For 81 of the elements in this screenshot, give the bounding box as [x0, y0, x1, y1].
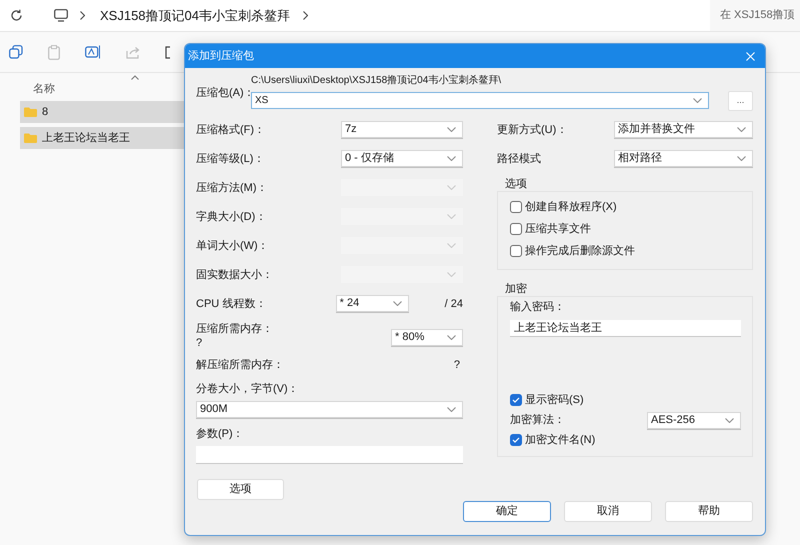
field-label: 压缩格式(F)：: [196, 122, 266, 136]
chevron-down-icon: [392, 301, 402, 306]
checkbox[interactable]: [510, 394, 522, 406]
parameters-field[interactable]: [196, 446, 463, 464]
dropdown[interactable]: * 80%: [391, 329, 463, 346]
field-label: 显示密码(S): [525, 393, 584, 407]
chevron-down-icon: [447, 243, 456, 248]
close-icon[interactable]: [746, 52, 755, 60]
chevron-down-icon: [447, 335, 456, 340]
chevron-down-icon: [447, 214, 456, 219]
breadcrumb-item[interactable]: XSJ158撸顶记04韦小宝刺杀鳌拜: [100, 6, 290, 26]
dropdown[interactable]: 相对路径: [614, 150, 753, 167]
checkbox[interactable]: [510, 434, 522, 446]
monitor-icon[interactable]: [54, 9, 68, 22]
options-button[interactable]: 选项: [197, 479, 284, 500]
field-label: 压缩等级(L)：: [196, 152, 264, 166]
checkbox[interactable]: [510, 201, 522, 213]
archive-name-field[interactable]: XS: [251, 92, 709, 109]
copy-icon[interactable]: [9, 45, 23, 59]
group-title: 选项: [504, 177, 528, 191]
window-title: 添加到压缩包: [188, 48, 254, 64]
dropdown[interactable]: 0 - 仅存储: [341, 150, 463, 167]
field-label: ?: [196, 336, 204, 350]
refresh-icon[interactable]: [10, 9, 23, 22]
field-label: 参数(P)：: [196, 426, 245, 440]
chevron-down-icon: [693, 98, 702, 103]
checkbox[interactable]: [510, 245, 522, 257]
dropdown[interactable]: * 24: [336, 295, 409, 312]
search-field[interactable]: 在 XSJ158撸顶: [710, 0, 800, 31]
field-label: 字典大小(D)：: [196, 210, 266, 224]
chevron-down-icon: [447, 185, 456, 190]
file-row[interactable]: 8: [20, 101, 185, 123]
dropdown[interactable]: 7z: [341, 121, 463, 138]
dropdown[interactable]: AES-256: [647, 412, 741, 428]
field-label: 压缩共享文件: [525, 222, 591, 236]
password-field[interactable]: 上老王论坛当老王: [510, 320, 741, 337]
field-label: 加密文件名(N): [525, 433, 596, 447]
field-label: 解压缩所需内存：: [196, 358, 284, 372]
dropdown[interactable]: 添加并替换文件: [614, 121, 753, 138]
archive-path: C:\Users\liuxi\Desktop\XSJ158撸顶记04韦小宝刺杀鳌拜\: [251, 74, 502, 88]
file-name: 8: [42, 104, 48, 120]
field-label: ?: [454, 358, 460, 372]
field-label: 路径模式: [497, 152, 541, 166]
field-label: 操作完成后删除源文件: [525, 244, 635, 258]
chevron-down-icon: [447, 127, 456, 132]
field-label: 压缩方法(M)：: [196, 180, 268, 194]
chevron-down-icon: [737, 156, 746, 161]
check-icon: [512, 437, 520, 443]
field-label: 输入密码：: [510, 300, 566, 314]
chevron-down-icon: [447, 272, 456, 277]
rename-icon[interactable]: [85, 45, 101, 59]
chevron-down-icon: [725, 418, 734, 422]
field-label: 压缩所需内存：: [196, 322, 273, 336]
group-title: 加密: [504, 282, 528, 296]
file-row[interactable]: 上老王论坛当老王: [20, 127, 185, 149]
chevron-down-icon: [737, 127, 746, 132]
folder-icon: [24, 107, 37, 117]
chevron-right-icon: [80, 11, 85, 20]
field-label: / 24: [444, 296, 463, 310]
dialog-button[interactable]: 取消: [564, 501, 652, 522]
file-name: 上老王论坛当老王: [42, 130, 130, 146]
field-label: 加密算法：: [510, 413, 565, 427]
folder-icon: [24, 133, 37, 143]
dialog-button[interactable]: 确定: [463, 501, 551, 522]
column-header[interactable]: 名称: [33, 81, 55, 98]
checkbox[interactable]: [510, 223, 522, 235]
browse-button[interactable]: ...: [728, 91, 753, 111]
field-label: 创建自释放程序(X): [525, 200, 617, 214]
sort-caret-icon[interactable]: [131, 75, 139, 80]
dialog-button[interactable]: 帮助: [665, 501, 753, 522]
field-label: CPU 线程数：: [196, 296, 266, 310]
clipboard-icon[interactable]: [48, 44, 60, 60]
field-label: 固实数据大小：: [196, 268, 273, 282]
dropdown[interactable]: 900M: [196, 401, 463, 418]
chevron-right-icon: [303, 11, 308, 20]
check-icon: [512, 397, 520, 403]
chevron-down-icon: [447, 407, 456, 412]
chevron-down-icon: [447, 156, 456, 161]
field-label: 更新方式(U)：: [497, 122, 568, 136]
field-label: 分卷大小，字节(V)：: [196, 382, 300, 396]
field-label: 单词大小(W)：: [196, 238, 269, 252]
